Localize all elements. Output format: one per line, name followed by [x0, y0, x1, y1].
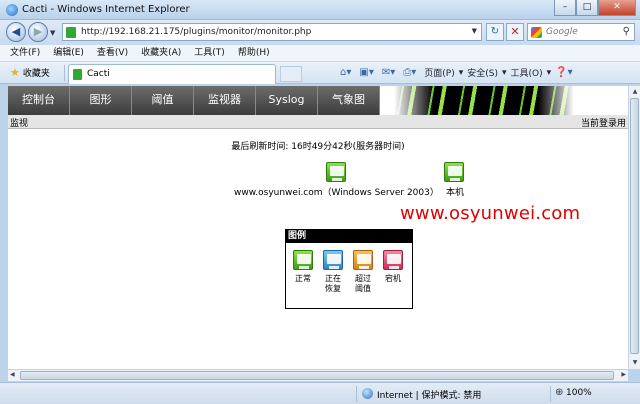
tab-title: Cacti: [87, 69, 110, 79]
security-zone[interactable]: Internet | 保护模式: 禁用: [377, 388, 481, 401]
legend-item-threshold: 超过 阈值: [350, 250, 376, 294]
legend-label: 正常: [295, 274, 311, 283]
search-box[interactable]: Google ⚲: [527, 23, 635, 41]
address-bar[interactable]: http://192.168.21.175/plugins/monitor/mo…: [62, 23, 482, 41]
page-menu[interactable]: 页面(P): [424, 66, 454, 79]
legend-item-up: 正常: [290, 250, 316, 284]
last-refresh-time: 最后刷新时间: 16时49分42秒(服务器时间): [231, 142, 405, 152]
maximize-button[interactable]: □: [576, 0, 598, 16]
favorites-button[interactable]: ★ 收藏夹: [10, 66, 50, 79]
host-status-icon[interactable]: [444, 162, 464, 182]
tab-monitor[interactable]: 监视器: [194, 86, 256, 115]
divider: [64, 65, 65, 81]
zoom-level[interactable]: 100%: [566, 388, 592, 398]
tab-thresholds[interactable]: 阈值: [132, 86, 194, 115]
menu-favorites[interactable]: 收藏夹(A): [141, 45, 181, 61]
tools-menu[interactable]: 工具(O): [511, 66, 543, 79]
history-dropdown-icon[interactable]: ▼: [50, 29, 55, 37]
legend-box: 图例 正常 正在 恢复 超过 阈值 宕机: [285, 229, 413, 309]
star-icon: ★: [10, 66, 20, 79]
new-tab-button[interactable]: [280, 66, 302, 82]
menu-view[interactable]: 查看(V): [97, 45, 128, 61]
menu-bar: 文件(F) 编辑(E) 查看(V) 收藏夹(A) 工具(T) 帮助(H): [0, 45, 640, 62]
legend-item-recovering: 正在 恢复: [320, 250, 346, 294]
scroll-up-icon[interactable]: ▲: [630, 87, 640, 97]
divider: [356, 386, 357, 402]
monitor-icon: [293, 250, 313, 270]
address-input[interactable]: http://192.168.21.175/plugins/monitor/mo…: [81, 27, 311, 37]
tab-cacti[interactable]: Cacti: [68, 64, 276, 84]
refresh-button[interactable]: ↻: [486, 23, 504, 41]
watermark: www.osyunwei.com: [400, 203, 581, 224]
search-icon[interactable]: ⚲: [623, 26, 630, 37]
host-status-icon[interactable]: [326, 162, 346, 182]
title-bar: Cacti - Windows Internet Explorer – □ ✕: [0, 0, 640, 20]
command-bar: ★ 收藏夹 Cacti ⌂▾ ▣▾ ✉▾ ⎙▾ 页面(P) ▾ 安全(S) ▾ 工具…: [0, 62, 640, 84]
safety-menu[interactable]: 安全(S): [467, 66, 498, 79]
menu-tools[interactable]: 工具(T): [194, 45, 225, 61]
host-label[interactable]: 本机: [446, 185, 464, 198]
stop-button[interactable]: ✕: [506, 23, 524, 41]
divider: [550, 386, 551, 402]
host-label[interactable]: www.osyunwei.com（Windows Server 2003）: [234, 185, 439, 198]
breadcrumb: 监视 当前登录用: [8, 115, 628, 129]
scroll-thumb[interactable]: [20, 371, 614, 380]
tab-graphs[interactable]: 图形: [70, 86, 132, 115]
monitor-icon: [323, 250, 343, 270]
cacti-icon: [73, 69, 82, 80]
minimize-button[interactable]: –: [554, 0, 576, 16]
favorites-label: 收藏夹: [22, 69, 50, 79]
forward-button[interactable]: ▶: [28, 22, 48, 42]
ie-icon: [6, 4, 18, 16]
vertical-scrollbar[interactable]: ▲ ▼: [628, 86, 640, 369]
cacti-header: 控制台 图形 阈值 监视器 Syslog 气象图: [8, 86, 628, 115]
legend-item-down: 宕机: [380, 250, 406, 284]
google-icon: [531, 27, 542, 38]
feeds-icon[interactable]: ▣▾: [359, 67, 373, 78]
menu-help[interactable]: 帮助(H): [238, 45, 270, 61]
scroll-right-icon[interactable]: ▶: [621, 371, 626, 378]
monitor-content: 最后刷新时间: 16时49分42秒(服务器时间) www.osyunwei.co…: [8, 129, 628, 369]
legend-title: 图例: [286, 230, 412, 243]
monitor-icon: [383, 250, 403, 270]
tab-syslog[interactable]: Syslog: [256, 86, 318, 115]
close-button[interactable]: ✕: [598, 0, 636, 16]
legend-label: 超过 阈值: [355, 274, 371, 293]
status-bar: Internet | 保护模式: 禁用 ⊕ 100%: [0, 382, 640, 404]
print-icon[interactable]: ⎙▾: [403, 67, 416, 78]
home-icon[interactable]: ⌂▾: [340, 67, 351, 78]
tab-weathermap[interactable]: 气象图: [318, 86, 380, 115]
zoom-icon[interactable]: ⊕: [555, 387, 563, 398]
window-title: Cacti - Windows Internet Explorer: [22, 4, 190, 15]
mail-icon[interactable]: ✉▾: [382, 67, 395, 78]
logged-in-user: 当前登录用: [580, 119, 626, 129]
back-button[interactable]: ◀: [6, 22, 26, 42]
breadcrumb-current: 监视: [10, 119, 29, 129]
globe-icon: [362, 388, 373, 399]
menu-file[interactable]: 文件(F): [10, 45, 40, 61]
search-input[interactable]: Google: [546, 27, 578, 37]
address-dropdown-icon[interactable]: ▼: [472, 27, 477, 35]
cacti-logo: [394, 86, 628, 115]
tab-console[interactable]: 控制台: [8, 86, 70, 115]
scroll-thumb[interactable]: [630, 98, 639, 354]
legend-label: 正在 恢复: [325, 274, 341, 293]
horizontal-scrollbar[interactable]: ◀ ▶: [8, 369, 628, 381]
monitor-icon: [353, 250, 373, 270]
command-tools: ⌂▾ ▣▾ ✉▾ ⎙▾ 页面(P) ▾ 安全(S) ▾ 工具(O) ▾ ❓▾: [340, 66, 573, 79]
help-icon[interactable]: ❓▾: [555, 67, 572, 78]
menu-edit[interactable]: 编辑(E): [53, 45, 84, 61]
address-row: ◀ ▶ ▼ http://192.168.21.175/plugins/moni…: [0, 20, 640, 45]
scroll-down-icon[interactable]: ▼: [630, 358, 640, 368]
page-icon: [66, 27, 76, 38]
legend-label: 宕机: [385, 274, 401, 283]
scroll-left-icon[interactable]: ◀: [10, 371, 15, 378]
nav-tabs: 控制台 图形 阈值 监视器 Syslog 气象图: [8, 86, 380, 115]
